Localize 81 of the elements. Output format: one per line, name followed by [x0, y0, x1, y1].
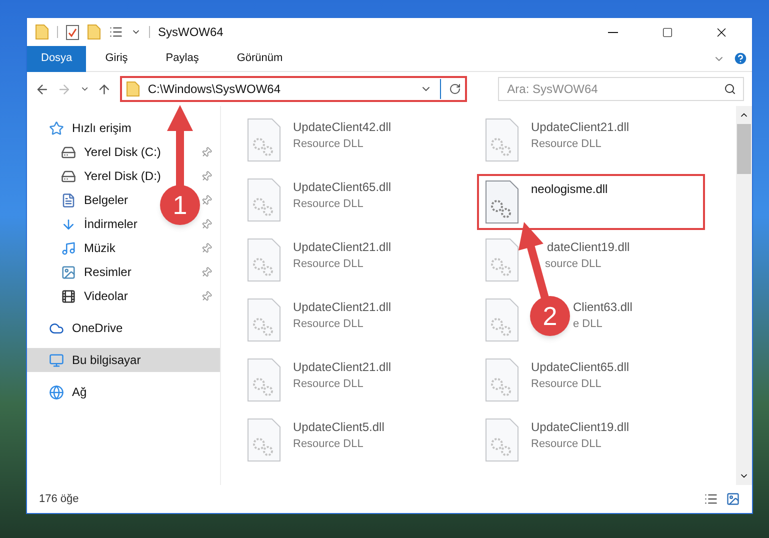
file-name: neologisme.dll [531, 181, 608, 198]
up-icon[interactable] [97, 82, 112, 96]
file-type: Resource DLL [293, 317, 364, 332]
folder-icon [126, 81, 140, 97]
film-icon [61, 288, 76, 304]
scrollbar[interactable] [736, 106, 752, 485]
file-name[interactable]: UpdateClient65.dll [531, 358, 630, 376]
sidebar-item[interactable]: Ağ [27, 380, 220, 404]
folder-icon [35, 24, 49, 40]
monitor-icon [49, 352, 64, 368]
drive-icon [61, 144, 76, 160]
document-icon [61, 192, 76, 208]
ribbon-tab[interactable]: Giriş [86, 46, 147, 72]
file-name[interactable]: UpdateClient21.dll [531, 118, 630, 136]
dll-file-icon [485, 298, 519, 342]
new-folder-icon [87, 24, 101, 40]
item-count: 176 öğe [39, 492, 79, 507]
dll-file-icon [485, 358, 519, 402]
sidebar-link[interactable]: Belgeler [61, 191, 128, 209]
sidebar-item[interactable]: Hızlı erişim [27, 116, 220, 140]
ribbon-tab[interactable]: Görünüm [218, 46, 302, 72]
star-icon [49, 120, 64, 136]
file-name[interactable]: Client63.dll [573, 298, 632, 316]
sidebar-item[interactable]: OneDrive [27, 316, 220, 340]
sidebar-item[interactable]: Bu bilgisayar [27, 348, 220, 372]
maximize-icon [662, 26, 672, 38]
file-name[interactable]: UpdateClient21.dll [293, 298, 392, 316]
search-field[interactable]: Ara: SysWOW64 [498, 77, 744, 101]
details-view-icon[interactable] [704, 492, 718, 506]
picture-icon [61, 264, 76, 280]
file-name[interactable]: dateClient19.dll [547, 238, 630, 256]
file-type: Resource DLL [293, 137, 364, 152]
thumbnail-view-icon[interactable] [726, 492, 740, 506]
cloud-icon [49, 320, 64, 336]
dll-file-icon [485, 180, 519, 224]
file-name[interactable]: UpdateClient42.dll [293, 118, 392, 136]
file-type: Resource DLL [293, 197, 364, 212]
highlighted-file[interactable]: neologisme.dll [477, 174, 705, 230]
download-arrow-icon [61, 216, 76, 232]
sidebar-link[interactable]: Resimler [61, 263, 132, 281]
file-name[interactable]: UpdateClient5.dll [293, 418, 384, 436]
refresh-icon[interactable] [448, 83, 461, 95]
file-name[interactable]: UpdateClient65.dll [293, 178, 392, 196]
help-icon[interactable] [733, 51, 748, 66]
ribbon-tab[interactable]: Dosya [27, 46, 86, 72]
sidebar-link[interactable]: İndirmeler [61, 215, 138, 233]
file-name[interactable]: UpdateClient19.dll [531, 418, 630, 436]
ribbon-tab[interactable]: Paylaş [146, 46, 218, 72]
dll-file-icon [247, 238, 281, 282]
dll-file-icon [247, 298, 281, 342]
file-type: source DLL [545, 257, 602, 272]
file-type: Resource DLL [293, 377, 364, 392]
back-icon[interactable] [35, 82, 50, 96]
sidebar-link[interactable]: Yerel Disk (C:) [61, 143, 161, 161]
file-type: Resource DLL [293, 437, 364, 452]
dll-file-icon [485, 418, 519, 462]
dll-file-icon [247, 358, 281, 402]
window-title: SysWOW64 [158, 24, 224, 41]
scrollbar-thumb[interactable] [737, 124, 751, 174]
globe-icon [49, 384, 64, 400]
search-icon [724, 83, 736, 95]
dll-file-icon [247, 178, 281, 222]
sidebar-link[interactable]: Yerel Disk (D:) [61, 167, 161, 185]
properties-icon[interactable] [109, 25, 123, 39]
file-type: Resource DLL [531, 437, 602, 452]
dll-file-icon [247, 418, 281, 462]
file-type: Resource DLL [293, 257, 364, 272]
sidebar-link[interactable]: Videolar [61, 287, 128, 305]
dll-file-icon [247, 118, 281, 162]
drive-icon [61, 168, 76, 184]
file-type: Resource DLL [531, 137, 602, 152]
dll-file-icon [485, 238, 519, 282]
file-name[interactable]: UpdateClient21.dll [293, 238, 392, 256]
file-type: e DLL [573, 317, 602, 332]
address-bar[interactable]: C:\Windows\SysWOW64 [120, 76, 467, 102]
sidebar-link[interactable]: Müzik [61, 239, 116, 257]
checklist-icon[interactable] [66, 24, 79, 40]
dll-file-icon [485, 118, 519, 162]
file-type: Resource DLL [531, 377, 602, 392]
music-note-icon [61, 240, 76, 256]
file-name[interactable]: UpdateClient21.dll [293, 358, 392, 376]
